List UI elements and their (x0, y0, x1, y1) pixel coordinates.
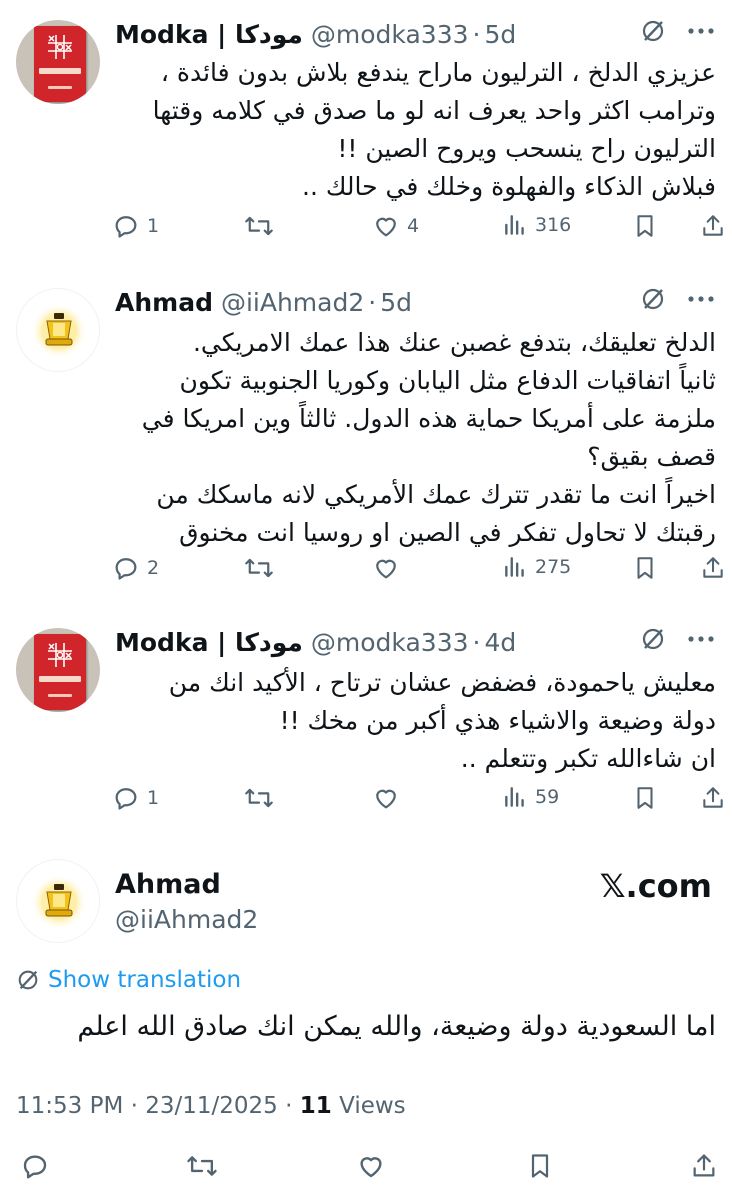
bookmark-button[interactable] (632, 212, 658, 240)
reply-count: 2 (147, 557, 160, 579)
author-handle[interactable]: @iiAhmad2 (221, 288, 364, 317)
views-count: 59 (535, 786, 560, 808)
tweet-meta: 11:53 PM · 23/11/2025 · 11 Views (16, 1093, 406, 1119)
share-icon[interactable] (690, 1151, 718, 1181)
bookmark-button[interactable] (632, 554, 658, 582)
share-icon (703, 557, 723, 578)
tweet-text: معليش ياحمودة، فضفض عشان ترتاح ، الأكيد … (168, 668, 716, 773)
retweet-button[interactable] (244, 212, 281, 240)
views-button[interactable]: 275 (502, 554, 571, 580)
tweet-text: الدلخ تعليقك، بتدفع غصبن عنك هذا عمك الا… (141, 328, 716, 547)
tweet-text: عزيزي الدلخ ، الترليون ماراح يندفع بلاش … (152, 58, 716, 201)
avatar[interactable] (16, 859, 100, 943)
grok-icon[interactable] (640, 286, 666, 312)
reply-tweet-1[interactable]: Modka | مودكا @modka333 · 5d عزيزي الدلخ… (0, 0, 732, 268)
action-bar: 2 275 (112, 554, 723, 590)
reply-icon (115, 216, 137, 238)
retweet-icon (245, 788, 273, 808)
reply-icon[interactable] (20, 1151, 50, 1181)
more-icon[interactable] (688, 295, 714, 303)
reply-icon (115, 558, 137, 580)
reply-icon (115, 788, 137, 810)
grok-icon[interactable] (640, 626, 666, 652)
bookmark-button[interactable] (632, 784, 658, 812)
more-icon[interactable] (688, 635, 714, 643)
views-button[interactable]: 316 (502, 212, 571, 238)
reply-tweet-2[interactable]: Ahmad @iiAhmad2 · 5d الدلخ تعليقك، بتدفع… (0, 268, 732, 608)
reply-button[interactable]: 1 (112, 784, 159, 812)
bookmark-icon[interactable] (526, 1151, 554, 1181)
show-translation-link[interactable]: Show translation (16, 967, 241, 993)
grok-icon[interactable] (640, 18, 666, 44)
views-icon (505, 557, 524, 577)
avatar[interactable] (16, 20, 100, 104)
like-button[interactable] (372, 784, 407, 812)
share-icon (703, 215, 723, 236)
action-bar: 1 4 316 (112, 212, 723, 248)
share-icon (703, 787, 723, 808)
book-cover-icon (34, 634, 86, 710)
retweet-icon (245, 216, 273, 236)
author-name[interactable]: Modka | مودكا (115, 628, 303, 657)
heart-icon (376, 789, 396, 809)
share-button[interactable] (700, 554, 726, 582)
author-name[interactable]: Modka | مودكا (115, 20, 303, 49)
retweet-button[interactable] (244, 784, 281, 812)
bookmark-icon (637, 787, 653, 809)
lamp-icon (31, 303, 87, 359)
reply-tweet-3[interactable]: Modka | مودكا @modka333 · 4d معليش ياحمو… (0, 608, 732, 845)
main-tweet: Ahmad @iiAhmad2 𝕏.com Show translation ا… (0, 845, 732, 1199)
retweet-button[interactable] (244, 554, 281, 582)
heart-icon (376, 559, 396, 579)
views-button[interactable]: 59 (502, 784, 559, 810)
reply-count: 1 (147, 787, 160, 809)
tweet-date[interactable]: 23/11/2025 (145, 1093, 278, 1119)
views-icon (505, 215, 524, 235)
bookmark-icon (637, 215, 653, 237)
tweet-time[interactable]: 5d (484, 20, 516, 49)
like-button[interactable]: 4 (372, 212, 419, 240)
retweet-icon (245, 558, 273, 578)
reply-button[interactable]: 1 (112, 212, 159, 240)
reply-count: 1 (147, 215, 160, 237)
author-handle[interactable]: @modka333 (311, 20, 469, 49)
views-count: 275 (535, 556, 572, 578)
avatar[interactable] (16, 628, 100, 712)
action-bar (0, 1151, 732, 1191)
views-label: Views (339, 1093, 406, 1119)
views-count: 316 (535, 214, 572, 236)
translate-icon (18, 970, 38, 990)
tweet-time[interactable]: 11:53 PM (16, 1093, 123, 1119)
share-button[interactable] (700, 784, 726, 812)
author-name[interactable]: Ahmad (115, 869, 221, 900)
action-bar: 1 59 (112, 784, 723, 820)
retweet-icon[interactable] (186, 1151, 218, 1181)
share-button[interactable] (700, 212, 726, 240)
more-icon[interactable] (688, 27, 714, 35)
author-handle[interactable]: @iiAhmad2 (115, 905, 258, 934)
tweet-time[interactable]: 5d (380, 288, 412, 317)
heart-icon[interactable] (356, 1151, 386, 1181)
lamp-icon (31, 874, 87, 930)
author-handle[interactable]: @modka333 (311, 628, 469, 657)
author-name[interactable]: Ahmad (115, 288, 213, 317)
heart-icon (376, 217, 396, 237)
book-cover-icon (34, 26, 86, 102)
views-icon (505, 787, 524, 807)
avatar[interactable] (16, 288, 100, 372)
x-com-logo: 𝕏.com (599, 867, 712, 905)
views-count: 11 (299, 1093, 332, 1119)
bookmark-icon (637, 557, 653, 579)
like-button[interactable] (372, 554, 407, 582)
reply-button[interactable]: 2 (112, 554, 159, 582)
like-count: 4 (407, 215, 420, 237)
tweet-text: اما السعودية دولة وضيعة، والله يمكن انك … (77, 1011, 716, 1042)
tweet-time[interactable]: 4d (484, 628, 516, 657)
